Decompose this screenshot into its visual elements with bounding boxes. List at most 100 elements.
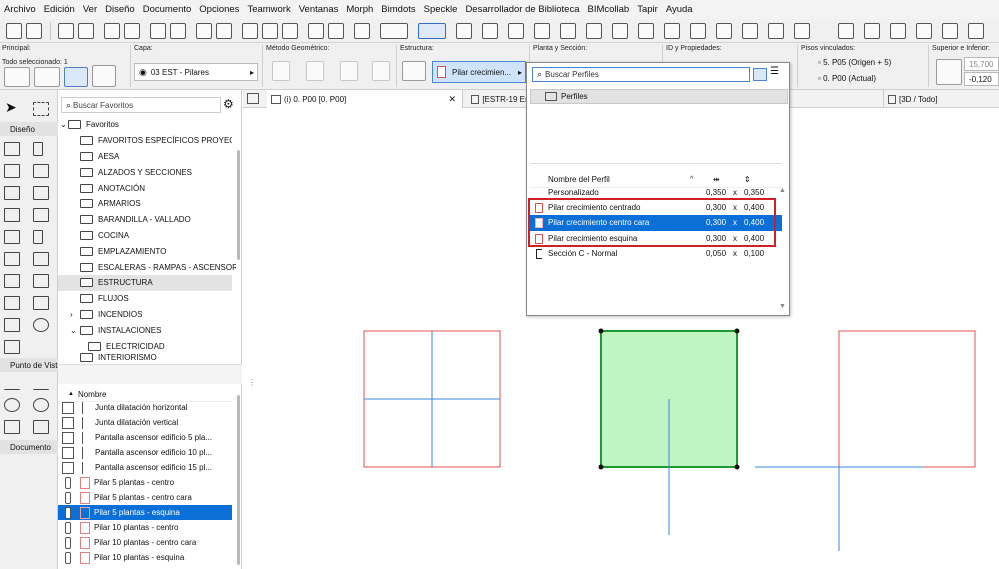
tab-floor-plan[interactable]: (i) 0. P00 [0. P00] ✕ — [267, 90, 463, 108]
section-punto-vista[interactable]: Punto de Vista — [0, 358, 58, 372]
composite-icon[interactable] — [968, 23, 984, 39]
align-icon[interactable] — [768, 23, 784, 39]
list-item-selected[interactable]: Pilar 5 plantas - esquina — [58, 505, 232, 520]
multiply-icon[interactable] — [664, 23, 680, 39]
mirror-icon[interactable] — [612, 23, 628, 39]
menu-edicion[interactable]: Edición — [40, 4, 79, 15]
selection-hotspot[interactable] — [734, 328, 740, 334]
skylight-icon[interactable] — [33, 252, 49, 266]
elevate-icon[interactable] — [638, 23, 654, 39]
column-corner[interactable] — [755, 330, 976, 551]
menu-diseno[interactable]: Diseño — [101, 4, 139, 15]
lamp-icon[interactable] — [33, 318, 49, 332]
profile-row[interactable]: Sección C - Normal 0,050 x 0,100 — [530, 246, 782, 262]
inject-icon[interactable] — [170, 23, 186, 39]
pick-up-icon[interactable] — [150, 23, 166, 39]
group-icon[interactable] — [418, 23, 446, 39]
column-tool-icon[interactable] — [92, 65, 116, 87]
list-item[interactable]: Pilar 5 plantas - centro — [58, 475, 232, 490]
drag-icon[interactable] — [560, 23, 576, 39]
resize-icon[interactable] — [690, 23, 706, 39]
folder-item[interactable]: BARANDILLA - VALLADO — [58, 212, 232, 228]
magic-wand-icon[interactable] — [508, 23, 524, 39]
section-icon[interactable] — [262, 23, 278, 39]
scrollbar-thumb[interactable] — [237, 395, 240, 565]
marquee-select-icon[interactable] — [34, 67, 60, 87]
print-icon[interactable] — [78, 23, 94, 39]
display-options-icon[interactable] — [380, 23, 408, 39]
wall-icon[interactable] — [4, 142, 20, 156]
tab-section[interactable]: [ESTR-19 Es — [471, 90, 529, 108]
menu-tapir[interactable]: Tapir — [633, 4, 662, 15]
door-icon[interactable] — [33, 230, 43, 244]
menu-bimcollab[interactable]: BIMcollab — [584, 4, 634, 15]
railing-icon[interactable] — [33, 208, 49, 222]
column-centered[interactable] — [363, 330, 501, 468]
profiles-folder[interactable]: Perfiles — [530, 89, 788, 104]
zoom-icon[interactable] — [196, 23, 212, 39]
folder-item[interactable]: ESCALERAS - RAMPAS - ASCENSORES — [58, 260, 236, 276]
redo-icon[interactable] — [124, 23, 140, 39]
layer-select[interactable]: ◉ 03 EST - Pilares ▸ — [134, 63, 258, 81]
folder-item[interactable]: AESA — [58, 149, 232, 165]
line-type-icon[interactable] — [890, 23, 906, 39]
geometry-slanted-icon[interactable] — [306, 61, 324, 81]
section-documento[interactable]: Documento — [0, 440, 58, 454]
worksheet-icon[interactable] — [33, 398, 49, 412]
new-file-icon[interactable] — [6, 23, 22, 39]
detail-icon[interactable] — [4, 420, 20, 434]
menu-documento[interactable]: Documento — [139, 4, 196, 15]
open-file-icon[interactable] — [26, 23, 42, 39]
suspend-groups-icon[interactable] — [456, 23, 472, 39]
building-materials-icon[interactable] — [838, 23, 854, 39]
level-icon[interactable] — [33, 376, 49, 390]
camera-icon[interactable] — [33, 420, 49, 434]
undo-icon[interactable] — [104, 23, 120, 39]
menu-speckle[interactable]: Speckle — [420, 4, 462, 15]
view-settings-icon[interactable] — [328, 23, 344, 39]
close-icon[interactable]: ✕ — [448, 94, 456, 105]
split-icon[interactable] — [534, 23, 550, 39]
gear-icon[interactable]: ⚙ — [223, 98, 234, 110]
slab-icon[interactable] — [33, 164, 49, 178]
beam-icon[interactable] — [4, 164, 20, 178]
surface-icon[interactable] — [864, 23, 880, 39]
roof-icon[interactable] — [4, 186, 20, 200]
folder-item[interactable]: ANOTACIÓN — [58, 181, 232, 197]
folder-item-selected[interactable]: ESTRUCTURA — [58, 275, 232, 291]
favorites-search[interactable]: ⌕ Buscar Favoritos — [61, 97, 221, 113]
folder-item[interactable]: FAVORITOS ESPECÍFICOS PROYECTO — [58, 133, 232, 149]
bottom-story-value[interactable]: ▫ 0. P00 (Actual) — [818, 74, 876, 83]
menu-opciones[interactable]: Opciones — [195, 4, 243, 15]
folder-item[interactable]: ALZADOS Y SECCIONES — [58, 165, 232, 181]
curtain-wall-icon[interactable] — [4, 230, 20, 244]
folder-item[interactable]: › INCENDIOS — [58, 307, 232, 323]
pan-icon[interactable] — [216, 23, 232, 39]
anchor-icon[interactable] — [64, 67, 88, 87]
camera-target-icon[interactable] — [4, 398, 20, 412]
list-item[interactable]: Pilar 10 plantas - esquina — [58, 550, 232, 565]
menu-bimdots[interactable]: Bimdots — [377, 4, 419, 15]
menu-desarrollador[interactable]: Desarrollador de Biblioteca — [461, 4, 583, 15]
scroll-down-icon[interactable]: ▼ — [779, 303, 786, 310]
marquee-icon[interactable] — [33, 102, 49, 116]
menu-archivo[interactable]: Archivo — [0, 4, 40, 15]
selection-hotspot[interactable] — [598, 328, 604, 334]
list-item[interactable]: Pilar 5 plantas - centro cara — [58, 490, 232, 505]
list-item[interactable]: Pantalla ascensor edificio 15 pl... — [58, 460, 232, 475]
shell-icon[interactable] — [33, 186, 49, 200]
list-item[interactable]: Junta dilatación vertical — [58, 415, 232, 430]
folder-item[interactable]: INTERIORISMO — [58, 353, 232, 363]
geometry-rotated-icon[interactable] — [340, 61, 358, 81]
tab-3d[interactable]: [3D / Todo] — [883, 90, 999, 108]
opening-icon[interactable] — [4, 340, 20, 354]
elevation-icon[interactable] — [282, 23, 298, 39]
layer-icon[interactable] — [354, 23, 370, 39]
geometry-free-icon[interactable] — [372, 61, 390, 81]
zone-icon[interactable] — [33, 274, 49, 288]
save-icon[interactable] — [58, 23, 74, 39]
list-item[interactable]: Pantalla ascensor edificio 10 pl... — [58, 445, 232, 460]
folder-item[interactable]: COCINA — [58, 228, 232, 244]
list-view-icon[interactable] — [753, 68, 767, 81]
list-item[interactable]: Pantalla ascensor edificio 5 pla... — [58, 430, 232, 445]
